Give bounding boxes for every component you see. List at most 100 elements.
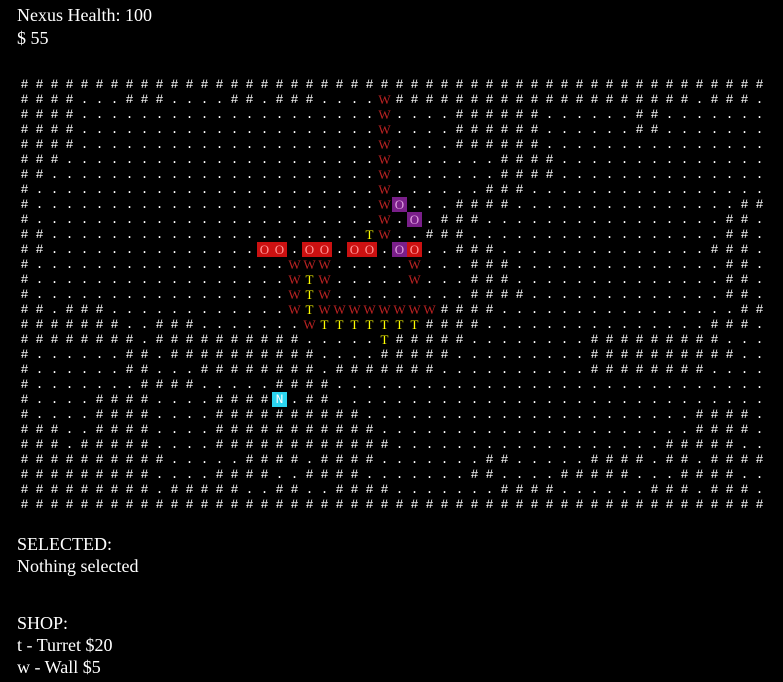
wall-tile[interactable]: #	[137, 392, 152, 407]
wall-tile[interactable]: #	[32, 92, 47, 107]
floor-tile[interactable]: .	[662, 302, 677, 317]
floor-tile[interactable]: .	[617, 317, 632, 332]
wall-tile[interactable]: #	[602, 467, 617, 482]
floor-tile[interactable]: .	[47, 227, 62, 242]
wall-tile[interactable]: #	[17, 242, 32, 257]
player-wall[interactable]: W	[377, 227, 392, 242]
floor-tile[interactable]: .	[542, 287, 557, 302]
wall-tile[interactable]: #	[167, 317, 182, 332]
floor-tile[interactable]: .	[497, 242, 512, 257]
wall-tile[interactable]: #	[287, 77, 302, 92]
wall-tile[interactable]: #	[482, 287, 497, 302]
floor-tile[interactable]: .	[527, 242, 542, 257]
floor-tile[interactable]: .	[692, 212, 707, 227]
floor-tile[interactable]: .	[587, 197, 602, 212]
wall-tile[interactable]: #	[557, 467, 572, 482]
floor-tile[interactable]: .	[287, 467, 302, 482]
wall-tile[interactable]: #	[17, 272, 32, 287]
floor-tile[interactable]: .	[392, 257, 407, 272]
floor-tile[interactable]: .	[107, 137, 122, 152]
wall-tile[interactable]: #	[182, 317, 197, 332]
floor-tile[interactable]: .	[707, 212, 722, 227]
floor-tile[interactable]: .	[557, 272, 572, 287]
turret[interactable]: T	[392, 317, 407, 332]
wall-tile[interactable]: #	[422, 497, 437, 512]
wall-tile[interactable]: #	[332, 482, 347, 497]
floor-tile[interactable]: .	[512, 227, 527, 242]
floor-tile[interactable]: .	[197, 377, 212, 392]
wall-tile[interactable]: #	[107, 392, 122, 407]
wall-tile[interactable]: #	[182, 497, 197, 512]
floor-tile[interactable]: .	[197, 437, 212, 452]
floor-tile[interactable]: .	[557, 107, 572, 122]
player-wall[interactable]: W	[377, 212, 392, 227]
wall-tile[interactable]: #	[497, 197, 512, 212]
player-wall[interactable]: W	[407, 272, 422, 287]
floor-tile[interactable]: .	[182, 107, 197, 122]
floor-tile[interactable]: .	[77, 107, 92, 122]
floor-tile[interactable]: .	[182, 167, 197, 182]
floor-tile[interactable]: .	[107, 272, 122, 287]
floor-tile[interactable]: .	[257, 137, 272, 152]
floor-tile[interactable]: .	[407, 197, 422, 212]
floor-tile[interactable]: .	[572, 122, 587, 137]
wall-tile[interactable]: #	[527, 122, 542, 137]
floor-tile[interactable]: .	[542, 257, 557, 272]
wall-tile[interactable]: #	[17, 347, 32, 362]
floor-tile[interactable]: .	[482, 317, 497, 332]
wall-tile[interactable]: #	[317, 497, 332, 512]
floor-tile[interactable]: .	[167, 407, 182, 422]
wall-tile[interactable]: #	[197, 332, 212, 347]
wall-tile[interactable]: #	[737, 482, 752, 497]
floor-tile[interactable]: .	[362, 272, 377, 287]
wall-tile[interactable]: #	[497, 167, 512, 182]
floor-tile[interactable]: .	[137, 242, 152, 257]
wall-tile[interactable]: #	[602, 452, 617, 467]
floor-tile[interactable]: .	[212, 377, 227, 392]
wall-tile[interactable]: #	[647, 77, 662, 92]
floor-tile[interactable]: .	[482, 347, 497, 362]
floor-tile[interactable]: .	[77, 212, 92, 227]
floor-tile[interactable]: .	[122, 302, 137, 317]
floor-tile[interactable]: .	[662, 152, 677, 167]
wall-tile[interactable]: #	[122, 362, 137, 377]
wall-tile[interactable]: #	[92, 392, 107, 407]
floor-tile[interactable]: .	[62, 347, 77, 362]
wall-tile[interactable]: #	[587, 347, 602, 362]
floor-tile[interactable]: .	[62, 287, 77, 302]
floor-tile[interactable]: .	[92, 362, 107, 377]
floor-tile[interactable]: .	[647, 197, 662, 212]
wall-tile[interactable]: #	[677, 362, 692, 377]
floor-tile[interactable]: .	[602, 257, 617, 272]
floor-tile[interactable]: .	[497, 212, 512, 227]
floor-tile[interactable]: .	[572, 302, 587, 317]
wall-tile[interactable]: #	[92, 302, 107, 317]
player-wall[interactable]: W	[422, 302, 437, 317]
floor-tile[interactable]: .	[557, 197, 572, 212]
wall-tile[interactable]: #	[707, 437, 722, 452]
floor-tile[interactable]: .	[107, 122, 122, 137]
wall-tile[interactable]: #	[737, 272, 752, 287]
floor-tile[interactable]: .	[677, 422, 692, 437]
floor-tile[interactable]: .	[632, 482, 647, 497]
wall-tile[interactable]: #	[212, 347, 227, 362]
floor-tile[interactable]: .	[137, 227, 152, 242]
floor-tile[interactable]: .	[317, 227, 332, 242]
floor-tile[interactable]: .	[92, 212, 107, 227]
floor-tile[interactable]: .	[47, 362, 62, 377]
floor-tile[interactable]: .	[557, 122, 572, 137]
wall-tile[interactable]: #	[17, 122, 32, 137]
wall-tile[interactable]: #	[227, 482, 242, 497]
floor-tile[interactable]: .	[32, 272, 47, 287]
floor-tile[interactable]: .	[137, 317, 152, 332]
floor-tile[interactable]: .	[497, 227, 512, 242]
floor-tile[interactable]: .	[692, 137, 707, 152]
wall-tile[interactable]: #	[497, 137, 512, 152]
floor-tile[interactable]: .	[257, 302, 272, 317]
floor-tile[interactable]: .	[647, 137, 662, 152]
floor-tile[interactable]: .	[377, 242, 392, 257]
wall-tile[interactable]: #	[257, 467, 272, 482]
floor-tile[interactable]: .	[737, 167, 752, 182]
wall-tile[interactable]: #	[452, 137, 467, 152]
wall-tile[interactable]: #	[617, 452, 632, 467]
